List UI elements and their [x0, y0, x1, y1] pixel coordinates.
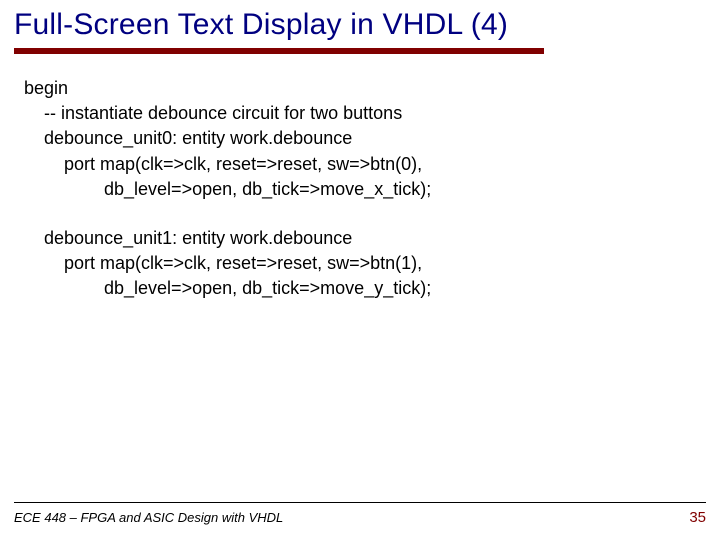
footer-course: ECE 448 – FPGA and ASIC Design with VHDL: [14, 510, 283, 525]
code-line: db_level=>open, db_tick=>move_x_tick);: [24, 177, 706, 202]
code-line: db_level=>open, db_tick=>move_y_tick);: [24, 276, 706, 301]
blank-line: [24, 202, 706, 226]
footer: ECE 448 – FPGA and ASIC Design with VHDL…: [14, 502, 706, 526]
slide: Full-Screen Text Display in VHDL (4) beg…: [0, 0, 720, 540]
code-line: debounce_unit0: entity work.debounce: [24, 126, 706, 151]
code-line: -- instantiate debounce circuit for two …: [24, 101, 706, 126]
code-block: begin -- instantiate debounce circuit fo…: [14, 76, 706, 302]
footer-row: ECE 448 – FPGA and ASIC Design with VHDL…: [14, 509, 706, 526]
code-line: debounce_unit1: entity work.debounce: [24, 226, 706, 251]
footer-rule: [14, 502, 706, 503]
code-line: port map(clk=>clk, reset=>reset, sw=>btn…: [24, 251, 706, 276]
slide-title: Full-Screen Text Display in VHDL (4): [14, 8, 706, 42]
page-number: 35: [689, 509, 706, 526]
code-line: port map(clk=>clk, reset=>reset, sw=>btn…: [24, 152, 706, 177]
code-line: begin: [24, 76, 706, 101]
title-underline: [14, 48, 544, 54]
